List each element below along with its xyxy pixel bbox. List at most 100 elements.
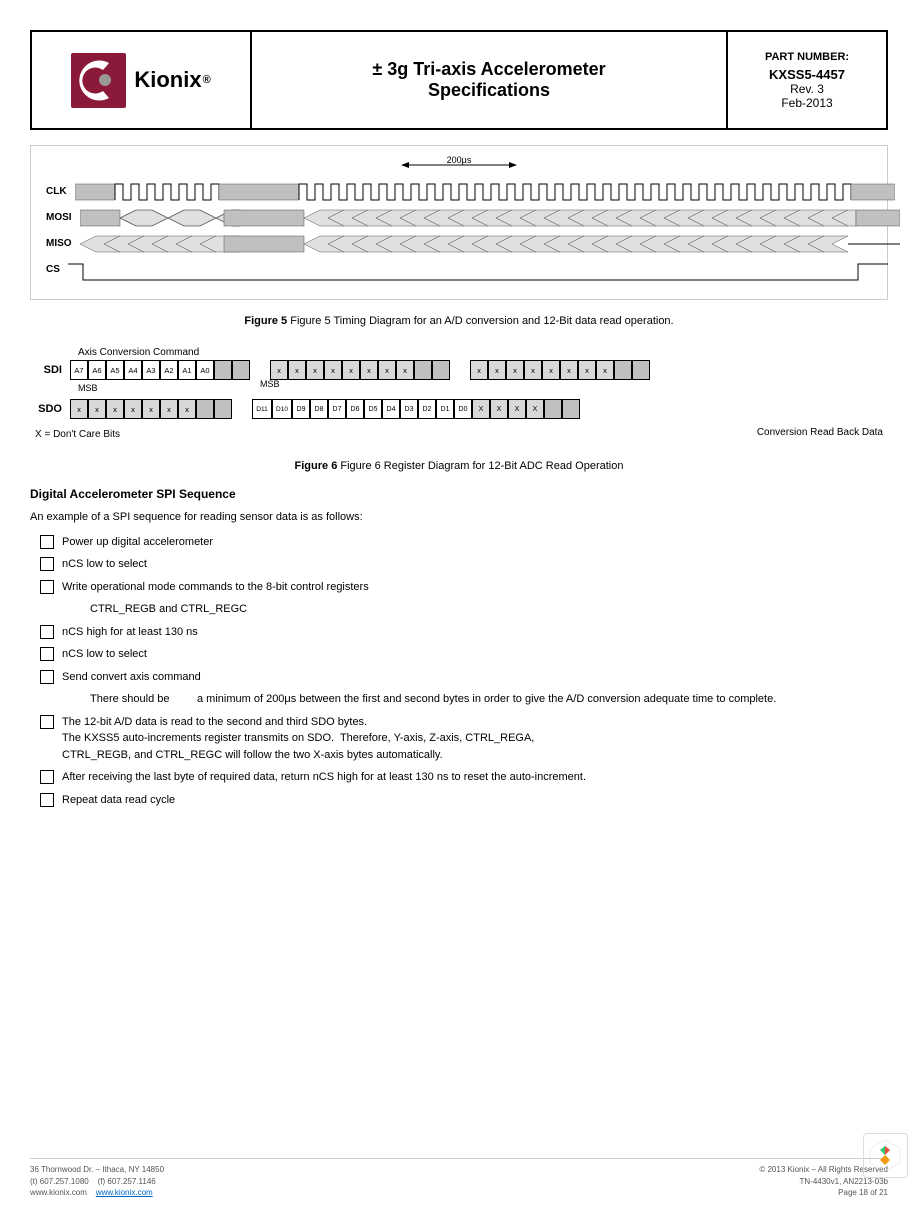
- sdo-box-x1: x: [70, 399, 88, 419]
- reg-box-a5: A5: [106, 360, 124, 380]
- list-item-5: nCS low to select: [30, 646, 888, 663]
- figure6-caption: Figure 6 Figure 6 Register Diagram for 1…: [30, 460, 888, 472]
- timing-diagram-section: 200μs CLK: [30, 145, 888, 300]
- reg-box-x14: x: [560, 360, 578, 380]
- checkbox-8: [40, 770, 54, 784]
- sdi-label: SDI: [30, 364, 70, 376]
- sdo-xx3: X: [508, 399, 526, 419]
- reg-box-gray5: [614, 360, 632, 380]
- miso-signal: [80, 234, 900, 252]
- cs-label: CS: [46, 264, 68, 275]
- reg-box-x9: x: [470, 360, 488, 380]
- sdi-boxes-group3: x x x x x x x x: [470, 360, 650, 380]
- sdo-d11: D11: [252, 399, 272, 419]
- list-item-9: Repeat data read cycle: [30, 792, 888, 809]
- checkbox-5: [40, 647, 54, 661]
- cs-signal: [68, 260, 888, 278]
- kionix-logo: Kionix®: [71, 53, 210, 108]
- sdo-box-gray3: [544, 399, 562, 419]
- sdo-box-x4: x: [124, 399, 142, 419]
- reg-box-x13: x: [542, 360, 560, 380]
- reg-box-x12: x: [524, 360, 542, 380]
- reg-box-x16: x: [596, 360, 614, 380]
- sdo-xx1: X: [472, 399, 490, 419]
- reg-box-a2: A2: [160, 360, 178, 380]
- reg-box-x2: x: [288, 360, 306, 380]
- sdo-row: SDO x x x x x x x D11 D10: [30, 399, 888, 419]
- reg-box-a7: A7: [70, 360, 88, 380]
- 200us-note: There should be a minimum of 200μs betwe…: [30, 691, 888, 708]
- time-annotation-container: 200μs: [46, 156, 872, 177]
- reg-box-gray1: [214, 360, 232, 380]
- sdo-d1: D1: [436, 399, 454, 419]
- reg-box-x3: x: [306, 360, 324, 380]
- time-annotation: 200μs: [399, 156, 519, 177]
- logo-section: Kionix®: [32, 32, 252, 128]
- yocto-icon: [863, 1133, 908, 1178]
- kionix-symbol: [71, 53, 126, 108]
- reg-box-a3: A3: [142, 360, 160, 380]
- section-intro: An example of a SPI sequence for reading…: [30, 509, 888, 526]
- list-item-1: Power up digital accelerometer: [30, 534, 888, 551]
- checkbox-2: [40, 557, 54, 571]
- clk-row: CLK: [46, 180, 872, 202]
- reg-box-x4: x: [324, 360, 342, 380]
- sdo-d10: D10: [272, 399, 292, 419]
- sdo-d2: D2: [418, 399, 436, 419]
- list-text-4: nCS high for at least 130 ns: [62, 624, 888, 641]
- checkbox-9: [40, 793, 54, 807]
- reg-box-gray6: [632, 360, 650, 380]
- checkbox-3: [40, 580, 54, 594]
- miso-label: MISO: [46, 238, 80, 249]
- list-text-8: After receiving the last byte of require…: [62, 769, 888, 786]
- list-item-4: nCS high for at least 130 ns: [30, 624, 888, 641]
- miso-row: MISO: [46, 232, 872, 254]
- sdo-box-gray1: [196, 399, 214, 419]
- list-text-2: nCS low to select: [62, 556, 888, 573]
- cs-svg: [68, 260, 888, 284]
- mosi-row: MOSI: [46, 206, 872, 228]
- list-text-5: nCS low to select: [62, 646, 888, 663]
- sdo-box-x6: x: [160, 399, 178, 419]
- sdo-d7: D7: [328, 399, 346, 419]
- sdo-boxes-group2: D11 D10 D9 D8 D7 D6 D5 D4 D3 D2 D1 D0 X …: [252, 399, 580, 419]
- reg-box-x15: x: [578, 360, 596, 380]
- list-text-3: Write operational mode commands to the 8…: [62, 579, 888, 596]
- reg-box-a0: A0: [196, 360, 214, 380]
- sdo-boxes-group1: x x x x x x x: [70, 399, 232, 419]
- page-footer: 36 Thornwood Dr. – Ithaca, NY 14850 (t) …: [30, 1158, 888, 1198]
- list-item-6: Send convert axis command: [30, 669, 888, 686]
- sdo-d6: D6: [346, 399, 364, 419]
- list-text-6: Send convert axis command: [62, 669, 888, 686]
- sdi-section: SDI A7 A6 A5 A4 A3 A2 A1 A0 x: [30, 360, 888, 395]
- checkbox-7: [40, 715, 54, 729]
- miso-svg: [80, 234, 900, 254]
- reg-box-gray3: [414, 360, 432, 380]
- figure5-caption: Figure 5 Figure 5 Timing Diagram for an …: [30, 315, 888, 327]
- labels-row: X = Don't Care Bits Conversion Read Back…: [30, 425, 888, 440]
- list-item-8: After receiving the last byte of require…: [30, 769, 888, 786]
- sdo-box-x2: x: [88, 399, 106, 419]
- sdo-d8: D8: [310, 399, 328, 419]
- sdo-d3: D3: [400, 399, 418, 419]
- mosi-label: MOSI: [46, 212, 80, 223]
- svg-text:200μs: 200μs: [447, 156, 472, 165]
- sdo-d9: D9: [292, 399, 310, 419]
- sdi-boxes-group1: A7 A6 A5 A4 A3 A2 A1 A0: [70, 360, 250, 380]
- axis-conversion-label: Axis Conversion Command: [30, 347, 888, 358]
- sdo-d4: D4: [382, 399, 400, 419]
- reg-box-a6: A6: [88, 360, 106, 380]
- ctrl-reg-label: CTRL_REGB and CTRL_REGC: [30, 601, 888, 618]
- msb-label2: MSB: [30, 379, 888, 389]
- part-number-section: PART NUMBER: KXSS5-4457 Rev. 3 Feb-2013: [726, 32, 886, 128]
- sdo-section: SDO x x x x x x x D11 D10: [30, 399, 888, 421]
- reg-box-x8: x: [396, 360, 414, 380]
- register-diagram-section: Axis Conversion Command SDI A7 A6 A5 A4 …: [30, 342, 888, 445]
- sdo-xx2: X: [490, 399, 508, 419]
- document-title: ± 3g Tri-axis Accelerometer Specificatio…: [252, 32, 726, 128]
- list-item-7: The 12-bit A/D data is read to the secon…: [30, 714, 888, 764]
- reg-box-x10: x: [488, 360, 506, 380]
- sdo-box-x5: x: [142, 399, 160, 419]
- reg-box-x1: x: [270, 360, 288, 380]
- sdo-box-gray4: [562, 399, 580, 419]
